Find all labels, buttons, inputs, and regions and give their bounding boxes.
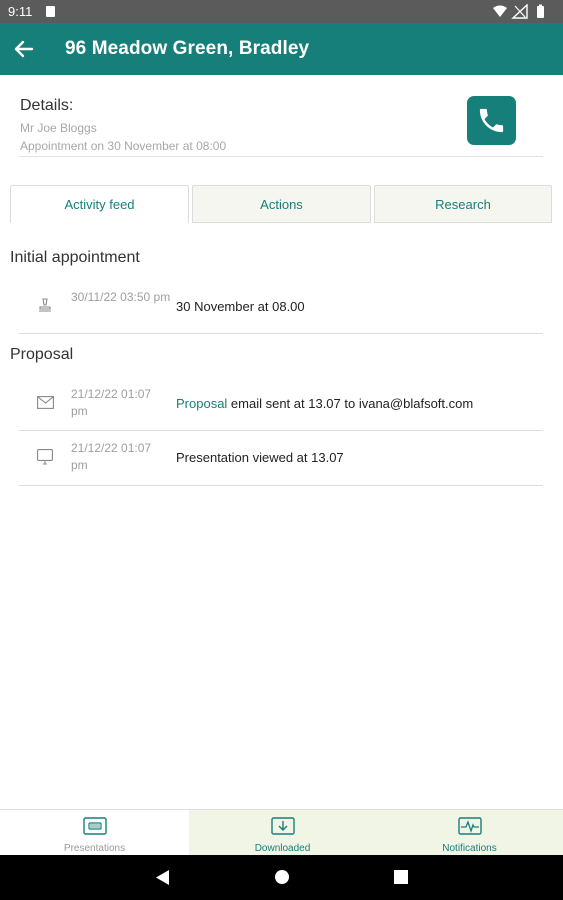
call-button[interactable] (467, 96, 516, 145)
section-title-proposal: Proposal (10, 346, 74, 363)
activity-icon (457, 817, 482, 835)
list-item: 21/12/22 01:07 pm Presentation viewed at… (19, 431, 543, 486)
nav-notifications[interactable]: Notifications (376, 810, 563, 856)
arrow-back-icon (14, 40, 34, 58)
feed-text: Presentation viewed at 13.07 (176, 450, 344, 465)
sd-card-icon (46, 6, 55, 17)
back-triangle-icon[interactable] (154, 869, 170, 886)
proposal-link[interactable]: Proposal (176, 396, 227, 411)
appointment-info: Appointment on 30 November at 08:00 (20, 139, 227, 153)
system-navigation-bar (0, 855, 563, 900)
recents-square-icon[interactable] (394, 870, 408, 884)
feed-date: 30/11/22 03:50 pm (71, 290, 171, 304)
details-label: Details: (20, 97, 74, 114)
nav-label: Notifications (442, 843, 497, 854)
feed-text: 30 November at 08.00 (176, 299, 305, 314)
feed-text: Proposal email sent at 13.07 to ivana@bl… (176, 396, 473, 411)
back-button[interactable] (10, 35, 38, 63)
section-title-initial-appointment: Initial appointment (10, 249, 140, 266)
feed-date: 21/12/22 01:07 pm (71, 387, 152, 418)
download-icon (270, 817, 295, 835)
home-circle-icon[interactable] (274, 869, 290, 885)
status-icons (493, 4, 544, 19)
customer-name: Mr Joe Bloggs (20, 121, 97, 135)
app-bar: 96 Meadow Green, Bradley (0, 23, 563, 75)
phone-icon (479, 108, 504, 133)
nav-downloaded[interactable]: Downloaded (189, 810, 376, 856)
page-title: 96 Meadow Green, Bradley (65, 38, 310, 59)
divider (19, 156, 543, 157)
stamp-icon (39, 298, 51, 312)
monitor-icon (37, 449, 53, 465)
status-bar: 9:11 (0, 0, 563, 23)
nav-label: Presentations (63, 843, 126, 854)
status-time: 9:11 (8, 4, 33, 19)
wifi-icon (493, 5, 507, 17)
feed-text-rest: email sent at 13.07 to ivana@blafsoft.co… (227, 396, 474, 411)
battery-icon (537, 6, 544, 18)
tab-actions[interactable]: Actions (192, 185, 371, 223)
presentation-icon (82, 817, 107, 835)
tab-activity-feed[interactable]: Activity feed (10, 185, 189, 223)
nav-label: Downloaded (254, 843, 311, 854)
bottom-navigation: Presentations Downloaded Notifications (0, 809, 563, 856)
email-icon (37, 396, 54, 409)
tab-research[interactable]: Research (374, 185, 552, 223)
list-item: 21/12/22 01:07 pm Proposal email sent at… (19, 381, 543, 431)
list-item: 30/11/22 03:50 pm 30 November at 08.00 (19, 283, 543, 334)
feed-date: 21/12/22 01:07 pm (71, 441, 152, 472)
nav-presentations[interactable]: Presentations (0, 810, 189, 856)
